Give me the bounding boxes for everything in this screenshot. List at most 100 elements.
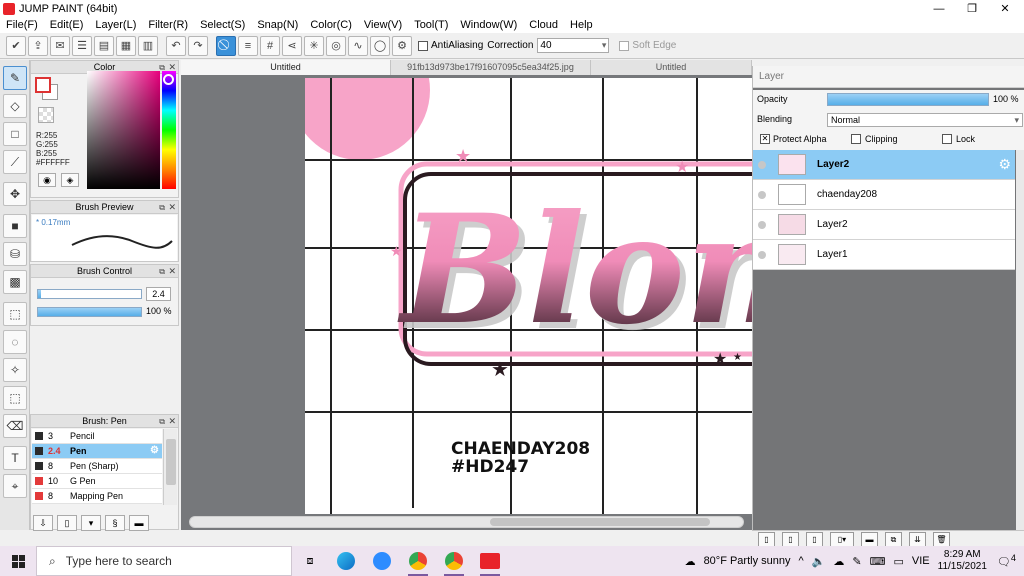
tab-image-file[interactable]: 91fb13d973be17f91607095c5ea34f25.jpg bbox=[391, 60, 591, 75]
new-layer-menu-icon[interactable]: ▯▾ bbox=[830, 532, 854, 547]
brush-download-icon[interactable]: ⇩ bbox=[33, 515, 53, 531]
cross-ruler-icon[interactable]: # bbox=[260, 35, 280, 56]
start-button[interactable] bbox=[0, 546, 36, 576]
lock-checkbox[interactable] bbox=[942, 134, 952, 144]
chrome-profile-icon[interactable] bbox=[436, 546, 472, 576]
hue-slider[interactable] bbox=[162, 71, 176, 189]
menu-edit[interactable]: Edit(E) bbox=[50, 19, 84, 31]
menu-cloud[interactable]: Cloud bbox=[529, 19, 558, 31]
pen-tool-icon[interactable]: ✎ bbox=[3, 66, 27, 90]
select-eraser-tool-icon[interactable]: ⌫ bbox=[3, 414, 27, 438]
minimize-button[interactable]: — bbox=[922, 0, 956, 17]
magic-wand-tool-icon[interactable]: ✧ bbox=[3, 358, 27, 382]
rect-select-tool-icon[interactable]: ⬚ bbox=[3, 302, 27, 326]
snap-off-icon[interactable]: ⃠ bbox=[216, 35, 236, 56]
vanishing-point-icon[interactable]: ⋖ bbox=[282, 35, 302, 56]
tray-expand-icon[interactable]: ^ bbox=[799, 555, 804, 567]
menu-snap[interactable]: Snap(N) bbox=[257, 19, 298, 31]
visibility-eye-icon[interactable] bbox=[758, 251, 766, 259]
panel-close-icon[interactable]: ✕ bbox=[168, 201, 176, 214]
comment-icon[interactable]: ✉ bbox=[50, 35, 70, 56]
layer-list-scrollbar[interactable] bbox=[1016, 150, 1024, 530]
menu-help[interactable]: Help bbox=[570, 19, 593, 31]
visibility-eye-icon[interactable] bbox=[758, 191, 766, 199]
menu-layer[interactable]: Layer(L) bbox=[95, 19, 136, 31]
snap-settings-icon[interactable]: ⚙ bbox=[392, 35, 412, 56]
blending-mode-select[interactable]: Normal bbox=[827, 113, 1023, 127]
dropper-tool-icon[interactable]: ⟋ bbox=[3, 150, 27, 174]
new-layer-icon[interactable]: ▯ bbox=[758, 532, 775, 547]
brush-opacity-slider[interactable] bbox=[37, 307, 142, 317]
undo-icon[interactable]: ↶ bbox=[166, 35, 186, 56]
palette-icon[interactable]: ◉ bbox=[38, 173, 56, 187]
brush-list-scrollbar[interactable] bbox=[163, 429, 177, 505]
merge-layer-icon[interactable]: ⇊ bbox=[909, 532, 926, 547]
new-layer-8bit-icon[interactable]: ▯ bbox=[782, 532, 799, 547]
saturation-value-picker[interactable] bbox=[87, 71, 160, 189]
delete-layer-icon[interactable]: 🗑 bbox=[933, 532, 950, 547]
fill-rect-tool-icon[interactable]: ■ bbox=[3, 214, 27, 238]
brush-size-input[interactable]: 2.4 bbox=[146, 287, 171, 301]
text-tool-icon[interactable]: T bbox=[3, 446, 27, 470]
panel-close-icon[interactable]: ✕ bbox=[168, 265, 176, 278]
visibility-eye-icon[interactable] bbox=[758, 221, 766, 229]
menu-window[interactable]: Window(W) bbox=[460, 19, 517, 31]
color-dropper-icon[interactable]: ◈ bbox=[61, 173, 79, 187]
brush-item-g-pen[interactable]: 10 G Pen bbox=[32, 474, 162, 489]
new-folder-icon[interactable]: ▬ bbox=[861, 532, 878, 547]
language-indicator[interactable]: VIE bbox=[912, 555, 930, 567]
keyboard-icon[interactable]: ⌨ bbox=[870, 555, 886, 568]
layer-item-chaenday208[interactable]: chaenday208 bbox=[753, 180, 1015, 210]
curve-icon[interactable]: ∿ bbox=[348, 35, 368, 56]
concentric-icon[interactable]: ◎ bbox=[326, 35, 346, 56]
parallel-ruler-icon[interactable]: ≡ bbox=[238, 35, 258, 56]
panel-float-icon[interactable]: ⧉ bbox=[159, 415, 165, 428]
brush-item-pen-sharp[interactable]: 8 Pen (Sharp) bbox=[32, 459, 162, 474]
brush-menu-icon[interactable]: ▾ bbox=[81, 515, 101, 531]
layer-item-layer2-top[interactable]: Layer2 ⚙ bbox=[753, 150, 1015, 180]
menu-file[interactable]: File(F) bbox=[6, 19, 38, 31]
brush-settings-gear-icon[interactable]: ⚙ bbox=[150, 445, 159, 456]
soft-edge-checkbox[interactable] bbox=[619, 40, 630, 51]
antialiasing-checkbox[interactable] bbox=[418, 40, 428, 51]
speech-icon[interactable]: ☰ bbox=[72, 35, 92, 56]
clipping-checkbox[interactable] bbox=[851, 134, 861, 144]
layer-item-layer1[interactable]: Layer1 bbox=[753, 240, 1015, 270]
taskbar-search[interactable]: ⌕ Type here to search bbox=[36, 546, 292, 576]
menu-color[interactable]: Color(C) bbox=[310, 19, 352, 31]
pages-icon[interactable]: ▦ bbox=[116, 35, 136, 56]
brush-item-mapping-pen[interactable]: 8 Mapping Pen bbox=[32, 489, 162, 504]
sync-icon[interactable]: ✔ bbox=[6, 35, 26, 56]
pen-icon[interactable]: ✎ bbox=[852, 555, 861, 568]
rect-tool-icon[interactable]: □ bbox=[3, 122, 27, 146]
close-window-button[interactable]: ✕ bbox=[988, 0, 1022, 17]
protect-alpha-checkbox[interactable]: ✕ bbox=[760, 134, 770, 144]
menu-select[interactable]: Select(S) bbox=[200, 19, 245, 31]
weather-text[interactable]: 80°F Partly sunny bbox=[704, 555, 791, 567]
layer-settings-gear-icon[interactable]: ⚙ bbox=[998, 156, 1011, 173]
tab-untitled-2[interactable]: Untitled bbox=[591, 60, 752, 75]
zoom-icon[interactable] bbox=[364, 546, 400, 576]
radial-icon[interactable]: ✳ bbox=[304, 35, 324, 56]
panel-float-icon[interactable]: ⧉ bbox=[159, 201, 165, 214]
weather-icon[interactable]: ☁ bbox=[685, 555, 696, 568]
menu-tool[interactable]: Tool(T) bbox=[414, 19, 448, 31]
brush-new-icon[interactable]: ▯ bbox=[57, 515, 77, 531]
drawing-canvas[interactable]: Blon Blon ★ ★ ★ ★ ★ ★ CHAENDAY208 #HD247 bbox=[305, 78, 752, 514]
shape-icon[interactable]: ◯ bbox=[370, 35, 390, 56]
volume-icon[interactable]: 🔈 bbox=[812, 555, 826, 568]
menu-view[interactable]: View(V) bbox=[364, 19, 402, 31]
layer-opacity-slider[interactable] bbox=[827, 93, 989, 106]
canvas-horizontal-scrollbar[interactable] bbox=[189, 516, 744, 528]
brush-folder-icon[interactable]: ▬ bbox=[129, 515, 149, 531]
correction-select[interactable]: 40 bbox=[537, 38, 610, 53]
notification-icon[interactable]: 🗨4 bbox=[997, 553, 1016, 569]
menu-filter[interactable]: Filter(R) bbox=[148, 19, 188, 31]
hue-slider-handle[interactable] bbox=[163, 74, 174, 85]
jump-paint-taskbar-icon[interactable] bbox=[472, 546, 508, 576]
page-icon[interactable]: ▤ bbox=[94, 35, 114, 56]
maximize-button[interactable]: ❐ bbox=[955, 0, 989, 17]
select-pen-tool-icon[interactable]: ⬚ bbox=[3, 386, 27, 410]
task-view-icon[interactable]: ⧈ bbox=[292, 546, 328, 576]
lasso-tool-icon[interactable]: ◌ bbox=[3, 330, 27, 354]
